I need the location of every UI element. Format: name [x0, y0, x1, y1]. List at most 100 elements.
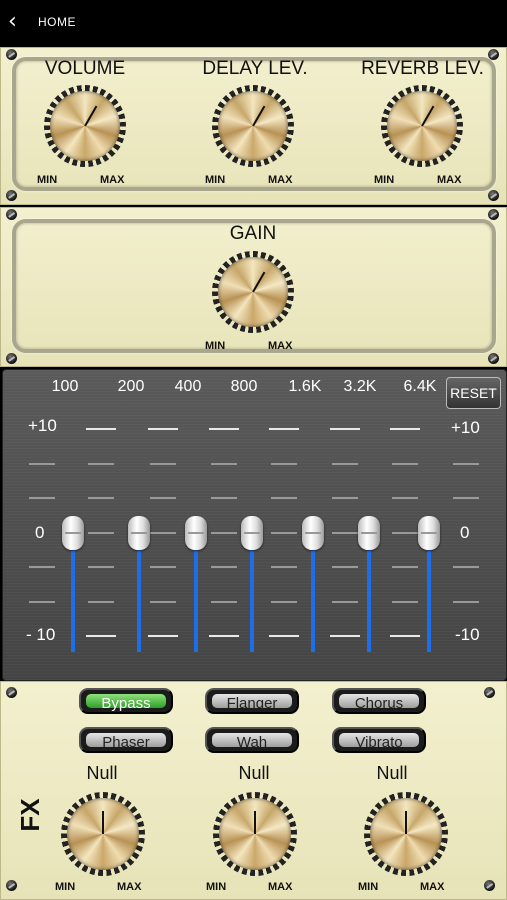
eq-tick: [148, 428, 178, 430]
eq-tick: [271, 601, 297, 603]
eq-tick: [332, 532, 358, 534]
eq-tick: [392, 566, 418, 568]
eq-scale-top-right: +10: [451, 418, 480, 437]
fx-button-label: Phaser: [86, 733, 166, 751]
fx-vibrato-button[interactable]: Vibrato: [332, 727, 426, 753]
screw-icon: [6, 190, 17, 201]
eq-tick: [332, 566, 358, 568]
eq-tick: [392, 532, 418, 534]
eq-band-label: 1.6K: [288, 378, 322, 395]
home-link[interactable]: HOME: [38, 15, 76, 29]
screw-icon: [6, 353, 17, 364]
fx-button-label: Flanger: [212, 694, 292, 712]
fx3-max-label: MAX: [420, 881, 445, 893]
top-bar: ‹ HOME: [0, 0, 507, 45]
eq-band-label: 6.4K: [403, 378, 437, 395]
fx3-min-label: MIN: [358, 881, 379, 893]
fx-param-label: Null: [86, 763, 118, 783]
eq-band-label: 800: [230, 378, 258, 395]
eq-slider-3.2K-thumb[interactable]: [358, 515, 380, 550]
volume-min-label: MIN: [37, 174, 58, 186]
eq-tick: [29, 463, 55, 465]
delay-max-label: MAX: [268, 174, 293, 186]
reverb-max-label: MAX: [437, 174, 462, 186]
eq-tick: [390, 428, 420, 430]
eq-tick: [330, 428, 360, 430]
gain-label: GAIN: [229, 223, 277, 244]
reverb-level-knob[interactable]: [381, 85, 463, 167]
eq-tick: [271, 566, 297, 568]
eq-slider-1.6K-thumb[interactable]: [302, 515, 324, 550]
eq-band-label: 200: [117, 378, 145, 395]
eq-slider-200-thumb[interactable]: [128, 515, 150, 550]
fx-param-knob-2[interactable]: [213, 792, 297, 876]
eq-tick: [150, 566, 176, 568]
fx-param-label: Null: [376, 763, 408, 783]
fx-wah-button[interactable]: Wah: [205, 727, 299, 753]
eq-slider-track: [427, 532, 431, 652]
eq-tick: [271, 497, 297, 499]
fx1-min-label: MIN: [55, 881, 76, 893]
volume-knob[interactable]: [44, 85, 126, 167]
eq-tick: [86, 428, 116, 430]
back-chevron-icon[interactable]: ‹: [8, 10, 28, 34]
eq-tick: [211, 566, 237, 568]
fx-chorus-button[interactable]: Chorus: [332, 688, 426, 714]
delay-level-knob[interactable]: [212, 85, 294, 167]
eq-tick: [332, 463, 358, 465]
volume-label: VOLUME: [44, 58, 126, 79]
fx-button-label: Chorus: [339, 694, 419, 712]
delay-min-label: MIN: [205, 174, 226, 186]
fx2-min-label: MIN: [206, 881, 227, 893]
eq-tick: [88, 566, 114, 568]
eq-tick: [29, 601, 55, 603]
eq-tick: [392, 497, 418, 499]
eq-reset-button[interactable]: RESET: [446, 377, 501, 409]
screw-icon: [488, 353, 499, 364]
eq-tick: [148, 635, 178, 637]
eq-tick: [209, 428, 239, 430]
eq-slider-track: [71, 532, 75, 652]
fx1-max-label: MAX: [117, 881, 142, 893]
eq-slider-400-thumb[interactable]: [185, 515, 207, 550]
eq-slider-6.4K-thumb[interactable]: [418, 515, 440, 550]
eq-tick: [29, 497, 55, 499]
reverb-min-label: MIN: [374, 174, 395, 186]
fx-phaser-button[interactable]: Phaser: [79, 727, 173, 753]
eq-slider-100-thumb[interactable]: [62, 515, 84, 550]
gain-knob[interactable]: [212, 251, 294, 333]
fx-bypass-button[interactable]: Bypass: [79, 688, 173, 714]
eq-tick: [271, 463, 297, 465]
fx-button-label: Wah: [212, 733, 292, 751]
eq-tick: [211, 497, 237, 499]
screw-icon: [488, 190, 499, 201]
eq-tick: [390, 635, 420, 637]
eq-tick: [29, 566, 55, 568]
screw-icon: [484, 880, 495, 891]
fx-label: FX: [15, 798, 45, 832]
eq-band-label: 100: [51, 378, 79, 395]
eq-tick: [392, 601, 418, 603]
eq-tick: [269, 428, 299, 430]
eq-tick: [330, 635, 360, 637]
eq-tick: [211, 601, 237, 603]
eq-scale-zero-right: 0: [460, 523, 470, 542]
gain-max-label: MAX: [268, 340, 293, 352]
eq-tick: [150, 532, 176, 534]
eq-tick: [88, 497, 114, 499]
screw-icon: [6, 209, 17, 220]
screw-icon: [6, 687, 17, 698]
eq-slider-track: [137, 532, 141, 652]
eq-slider-800-thumb[interactable]: [241, 515, 263, 550]
eq-tick: [269, 635, 299, 637]
eq-tick: [332, 601, 358, 603]
fx-param-knob-1[interactable]: [61, 792, 145, 876]
fx-param-knob-3[interactable]: [364, 792, 448, 876]
eq-scale-zero-left: 0: [35, 523, 45, 542]
fx-param-label: Null: [238, 763, 270, 783]
fx-flanger-button[interactable]: Flanger: [205, 688, 299, 714]
eq-slider-track: [194, 532, 198, 652]
fx2-max-label: MAX: [268, 881, 293, 893]
screw-icon: [484, 687, 495, 698]
eq-tick: [332, 497, 358, 499]
